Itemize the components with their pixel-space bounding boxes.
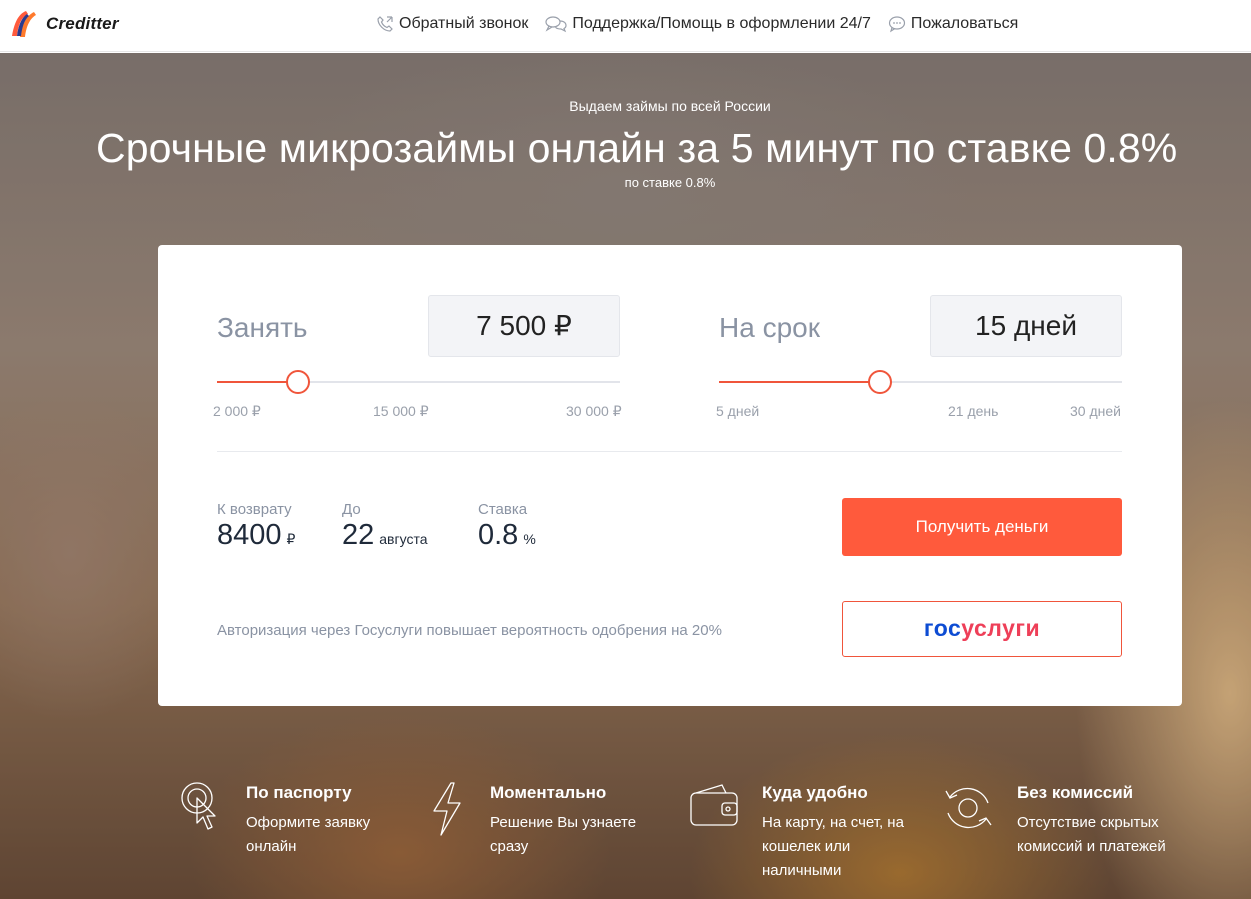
amount-slider[interactable] [217, 370, 620, 394]
return-value: 8400 [217, 519, 282, 551]
nav-callback-label: Обратный звонок [399, 15, 529, 32]
rate-unit: % [523, 531, 536, 547]
top-nav: Обратный звонок Поддержка/Помощь в оформ… [376, 15, 1035, 33]
feature-title: Без комиссий [1017, 783, 1134, 802]
gosuslugi-note: Авторизация через Госуслуги повышает вер… [217, 622, 722, 639]
hero-title: Срочные микрозаймы онлайн за 5 минут по … [96, 125, 1178, 171]
get-money-button[interactable]: Получить деньги [842, 498, 1122, 556]
term-tick-min: 5 дней [716, 403, 760, 419]
nav-callback[interactable]: Обратный звонок [376, 15, 528, 33]
until-value: 22 [342, 519, 375, 551]
header: Creditter Обратный звонок Поддержка/Помо… [0, 0, 1251, 52]
gosuslugi-logo-part1: гос [923, 615, 962, 641]
chat-bubbles-icon [545, 16, 567, 33]
feature-title: По паспорту [246, 783, 352, 802]
until-unit: августа [379, 531, 428, 547]
feature-text: Отсутствие скрытых комиссий и платежей [1017, 814, 1166, 855]
rate-value: 0.8 [478, 519, 519, 551]
gosuslugi-button[interactable]: госуслуги [842, 601, 1122, 657]
feature-title: Моментально [490, 783, 607, 802]
term-tick-mid: 21 день [948, 403, 999, 419]
feature-text: Решение Вы узнаете сразу [490, 814, 637, 855]
phone-icon [377, 16, 393, 32]
nav-support-label: Поддержка/Помощь в оформлении 24/7 [572, 15, 871, 32]
return-amount: К возврату 8400 ₽ [217, 501, 295, 552]
term-value-field[interactable]: 15 дней [930, 295, 1122, 357]
touch-pointer-icon [181, 782, 216, 830]
feature-text: Оформите заявку онлайн [246, 814, 371, 855]
amount-tick-mid: 15 000 ₽ [373, 403, 429, 419]
rate-label: Ставка [478, 501, 528, 518]
hero-section: Выдаем займы по всей России Срочные микр… [0, 53, 1251, 899]
amount-tick-min: 2 000 ₽ [213, 403, 261, 419]
interest-rate: Ставка 0.8% [478, 501, 536, 552]
gosuslugi-logo-part2: услуги [961, 615, 1041, 641]
brand-name: Creditter [46, 14, 119, 33]
return-date: До 22 августа [342, 501, 427, 552]
loan-calculator: Занять 7 500 ₽ 2 000 ₽ 15 000 ₽ 30 000 ₽… [158, 245, 1182, 706]
term-tick-max: 30 дней [1070, 403, 1121, 419]
amount-slider-thumb[interactable] [285, 370, 310, 394]
term-slider-thumb[interactable] [868, 370, 893, 394]
term-slider-fill [719, 381, 881, 383]
hero-supertitle: Выдаем займы по всей России [569, 98, 771, 114]
logo-mark-icon [8, 8, 40, 40]
speech-bubble-icon [888, 16, 905, 33]
nav-complain-label: Пожаловаться [910, 15, 1019, 32]
divider [217, 451, 1122, 452]
feature-text: На карту, на счет, на кошелек или наличн… [762, 814, 904, 879]
term-slider[interactable] [719, 370, 1122, 394]
term-label: На срок [719, 312, 820, 343]
hero-subtitle: по ставке 0.8% [624, 175, 716, 190]
wallet-icon [690, 784, 738, 826]
lightning-icon [433, 782, 461, 836]
refresh-circle-icon [945, 787, 992, 829]
until-label: До [342, 501, 361, 518]
logo[interactable]: Creditter [8, 8, 119, 40]
amount-value-field[interactable]: 7 500 ₽ [428, 295, 620, 357]
amount-label: Занять [217, 312, 308, 343]
nav-support[interactable]: Поддержка/Помощь в оформлении 24/7 [545, 15, 871, 33]
feature-title: Куда удобно [762, 783, 868, 802]
return-label: К возврату [217, 501, 292, 518]
amount-tick-max: 30 000 ₽ [566, 403, 622, 419]
nav-complain[interactable]: Пожаловаться [888, 15, 1018, 33]
return-unit: ₽ [286, 531, 296, 547]
